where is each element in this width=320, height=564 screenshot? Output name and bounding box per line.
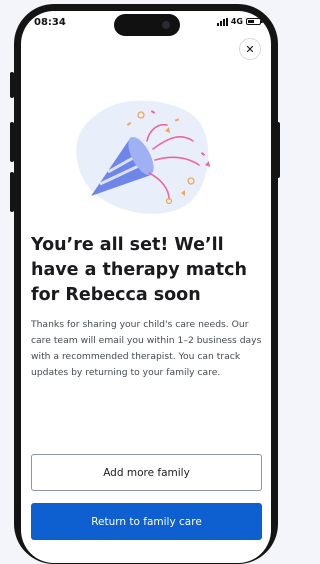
phone-volume-up-button: [10, 122, 14, 162]
close-icon: ✕: [245, 42, 255, 56]
party-popper-illustration: [69, 93, 219, 218]
phone-power-button: [276, 122, 280, 178]
phone-side-button: [10, 72, 14, 98]
network-label: 4G: [230, 17, 243, 26]
dynamic-island: [114, 14, 180, 36]
battery-icon: [246, 18, 263, 25]
phone-volume-down-button: [10, 172, 14, 212]
confirmation-description: Thanks for sharing your child's care nee…: [31, 319, 262, 378]
phone-screen: 08:34 4G ✕ You’re all set! We’ll have a …: [21, 11, 271, 563]
signal-icon: [216, 17, 228, 26]
return-to-family-care-button[interactable]: Return to family care: [31, 503, 262, 540]
close-button[interactable]: ✕: [239, 38, 261, 60]
party-popper-icon: [76, 100, 210, 214]
status-indicators: 4G: [216, 17, 263, 26]
confirmation-title: You’re all set! We’ll have a therapy mat…: [31, 235, 247, 305]
status-time: 08:34: [34, 17, 66, 28]
add-more-family-button[interactable]: Add more family: [31, 454, 262, 491]
status-bar: 08:34 4G: [21, 11, 271, 37]
camera-icon: [162, 21, 170, 29]
